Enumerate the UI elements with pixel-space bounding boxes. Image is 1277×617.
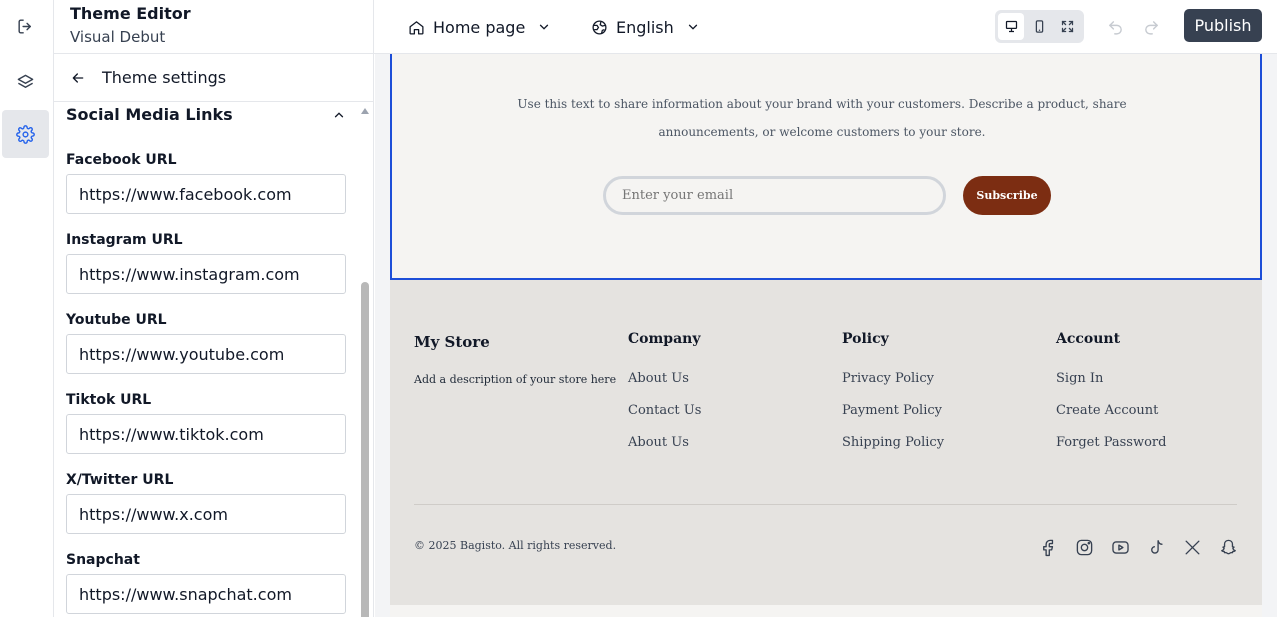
publish-button[interactable]: Publish — [1184, 9, 1262, 42]
device-toggle-group — [995, 10, 1084, 43]
preview-bottom-strip — [390, 605, 1262, 617]
mobile-icon — [1035, 20, 1044, 33]
youtube-url-label: Youtube URL — [66, 312, 167, 328]
footer-section: My Store Add a description of your store… — [390, 280, 1262, 605]
facebook-url-input[interactable] — [66, 174, 346, 214]
snapchat-url-input[interactable] — [66, 574, 346, 614]
subscribe-button[interactable]: Subscribe — [963, 176, 1051, 215]
desktop-view-button[interactable] — [998, 13, 1025, 40]
language-select[interactable]: English — [591, 14, 700, 40]
redo-icon — [1144, 20, 1158, 35]
footer-link-payment-policy[interactable]: Payment Policy — [842, 403, 942, 418]
facebook-url-label: Facebook URL — [66, 152, 177, 168]
snapchat-url-label: Snapchat — [66, 552, 140, 568]
facebook-icon[interactable] — [1037, 536, 1059, 558]
footer-link-about-us[interactable]: About Us — [628, 371, 689, 386]
footer-link-privacy-policy[interactable]: Privacy Policy — [842, 371, 934, 386]
section-header[interactable]: Social Media Links — [66, 105, 346, 124]
copyright-text: © 2025 Bagisto. All rights reserved. — [414, 539, 617, 552]
mobile-view-button[interactable] — [1026, 13, 1052, 40]
footer-link-shipping-policy[interactable]: Shipping Policy — [842, 435, 944, 450]
undo-button[interactable] — [1105, 17, 1125, 37]
chevron-down-icon — [688, 24, 697, 30]
redo-button[interactable] — [1141, 17, 1161, 37]
top-bar: Theme Editor Visual Debut Home page Engl… — [54, 0, 1277, 54]
footer-link-sign-in[interactable]: Sign In — [1056, 371, 1103, 386]
scroll-up-arrow-icon[interactable] — [361, 108, 369, 114]
instagram-url-label: Instagram URL — [66, 232, 183, 248]
newsletter-email-input[interactable] — [603, 176, 946, 215]
layers-button[interactable] — [2, 58, 49, 106]
footer-link-contact-us[interactable]: Contact Us — [628, 403, 701, 418]
theme-name: Visual Debut — [70, 28, 166, 46]
account-column-title: Account — [1056, 331, 1121, 347]
panel-header[interactable]: Theme settings — [54, 54, 373, 102]
layers-icon — [17, 74, 34, 88]
footer-link-about-us-2[interactable]: About Us — [628, 435, 689, 450]
instagram-icon[interactable] — [1073, 536, 1095, 558]
exit-button[interactable] — [2, 2, 49, 50]
tiktok-icon[interactable] — [1145, 536, 1167, 558]
fullscreen-button[interactable] — [1055, 13, 1081, 40]
x-twitter-url-label: X/Twitter URL — [66, 472, 174, 488]
policy-column-title: Policy — [842, 331, 889, 347]
app-title: Theme Editor — [70, 4, 191, 23]
company-column-title: Company — [628, 331, 701, 347]
expand-icon — [1062, 20, 1074, 33]
page-select[interactable]: Home page — [408, 14, 551, 40]
scrollbar-thumb[interactable] — [361, 282, 369, 617]
snapchat-icon[interactable] — [1217, 536, 1239, 558]
youtube-icon[interactable] — [1109, 536, 1131, 558]
arrow-left-icon[interactable] — [70, 70, 86, 86]
x-twitter-url-input[interactable] — [66, 494, 346, 534]
language-select-label: English — [616, 17, 674, 37]
settings-button[interactable] — [2, 110, 49, 158]
store-description: Add a description of your store here — [414, 373, 617, 386]
newsletter-section[interactable]: Use this text to share information about… — [390, 54, 1262, 280]
gear-icon — [16, 124, 35, 144]
panel-scrollbar[interactable] — [359, 102, 371, 617]
newsletter-text: Use this text to share information about… — [517, 97, 1127, 139]
instagram-url-input[interactable] — [66, 254, 346, 294]
brand-block: Theme Editor Visual Debut — [70, 4, 191, 47]
panel-title: Theme settings — [102, 68, 227, 87]
tiktok-url-input[interactable] — [66, 414, 346, 454]
store-title: My Store — [414, 333, 490, 351]
section-title: Social Media Links — [66, 105, 233, 124]
x-icon[interactable] — [1181, 536, 1203, 558]
store-preview: Use this text to share information about… — [375, 54, 1277, 617]
chevron-down-icon — [540, 24, 549, 30]
icon-rail — [0, 0, 54, 617]
page-select-label: Home page — [433, 17, 526, 37]
divider — [373, 0, 374, 53]
desktop-icon — [1005, 20, 1017, 33]
undo-icon — [1108, 20, 1122, 35]
footer-link-forget-password[interactable]: Forget Password — [1056, 435, 1166, 450]
settings-panel: Theme settings Social Media Links Facebo… — [54, 54, 374, 617]
home-icon — [409, 20, 424, 35]
footer-divider — [414, 504, 1237, 505]
chevron-up-icon[interactable] — [332, 108, 346, 122]
globe-icon — [592, 19, 607, 35]
youtube-url-input[interactable] — [66, 334, 346, 374]
exit-icon — [18, 18, 31, 34]
tiktok-url-label: Tiktok URL — [66, 392, 152, 408]
footer-link-create-account[interactable]: Create Account — [1056, 403, 1158, 418]
